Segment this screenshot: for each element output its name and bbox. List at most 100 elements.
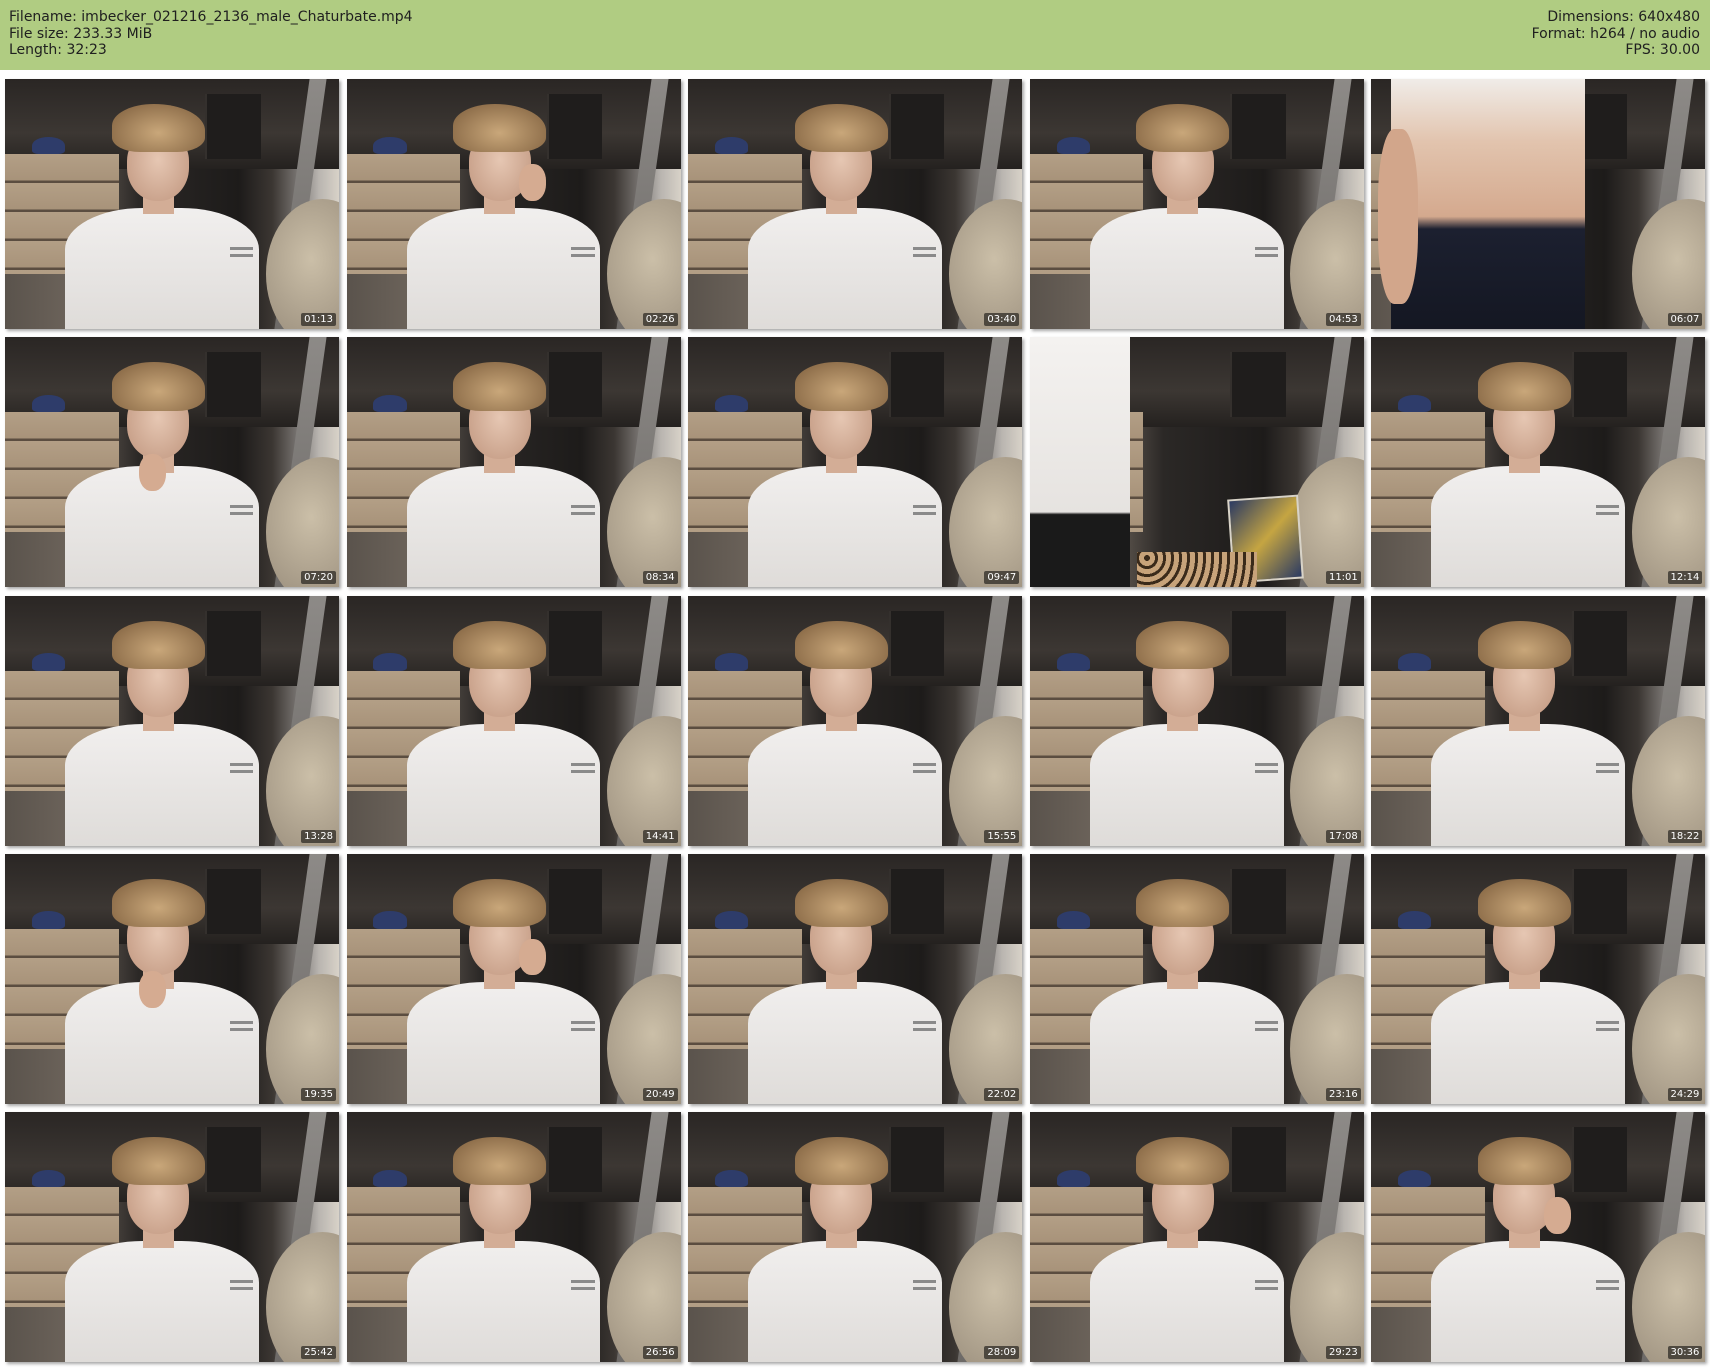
shirt xyxy=(65,1240,259,1363)
person xyxy=(65,1137,259,1363)
hair xyxy=(794,1137,888,1186)
hair xyxy=(794,104,888,153)
person xyxy=(65,878,259,1104)
format-text: Format: h264 / no audio xyxy=(1531,25,1700,42)
cap xyxy=(714,1169,749,1188)
frame-timestamp: 01:13 xyxy=(301,313,336,326)
cap xyxy=(31,911,66,929)
frame-timestamp: 29:23 xyxy=(1325,1346,1361,1360)
hair xyxy=(453,104,547,153)
sleeve-stripe xyxy=(1596,1021,1620,1025)
shirt xyxy=(406,1240,601,1363)
sleeve-stripe xyxy=(229,1021,254,1025)
video-frame-thumbnail: 09:47 xyxy=(688,337,1023,588)
person xyxy=(65,104,259,329)
hair xyxy=(1136,620,1230,669)
sleeve-stripe xyxy=(1254,763,1278,767)
filename-text: Filename: imbecker_021216_2136_male_Chat… xyxy=(9,9,413,25)
frame-timestamp: 22:02 xyxy=(984,1087,1020,1101)
arm xyxy=(1378,129,1419,304)
file-info-right: Dimensions: 640x480 Format: h264 / no au… xyxy=(1532,9,1700,59)
video-frame-thumbnail: 23:16 xyxy=(1029,853,1364,1104)
shirt xyxy=(748,1240,943,1363)
hair xyxy=(794,620,888,669)
video-frame-thumbnail: 20:49 xyxy=(346,853,681,1104)
shirt xyxy=(65,724,259,846)
cap xyxy=(31,394,66,413)
hand xyxy=(138,454,166,492)
hair xyxy=(453,362,547,411)
frame-timestamp: 09:47 xyxy=(984,571,1020,585)
cap xyxy=(714,394,749,413)
sleeve-stripe xyxy=(571,1021,595,1025)
sleeve-stripe xyxy=(571,504,595,508)
person xyxy=(1089,620,1284,846)
hair xyxy=(1136,104,1230,153)
hair xyxy=(1477,878,1571,928)
video-frame-thumbnail: 06:07 xyxy=(1371,79,1706,329)
video-frame-thumbnail: 28:09 xyxy=(688,1112,1023,1363)
frame-timestamp: 23:16 xyxy=(1325,1087,1361,1101)
dimensions-text: Dimensions: 640x480 xyxy=(1547,9,1700,25)
hand xyxy=(519,938,547,976)
hand xyxy=(1543,1196,1571,1234)
file-info-header: Filename: imbecker_021216_2136_male_Chat… xyxy=(0,0,1710,70)
sleeve-stripe xyxy=(912,246,937,250)
video-frame-thumbnail: 02:26 xyxy=(346,79,681,329)
shirt xyxy=(1089,982,1284,1104)
frame-timestamp: 18:22 xyxy=(1667,829,1703,843)
leopard-blanket xyxy=(1136,552,1257,588)
frame-timestamp: 19:35 xyxy=(301,1087,336,1101)
cap xyxy=(31,136,66,154)
video-frame-thumbnail: 07:20 xyxy=(5,337,339,588)
hair xyxy=(1477,620,1571,669)
video-frame-thumbnail: 17:08 xyxy=(1029,595,1364,846)
frame-timestamp: 17:08 xyxy=(1325,829,1361,843)
frame-timestamp: 06:07 xyxy=(1667,313,1703,326)
shirt xyxy=(1431,724,1626,846)
video-frame-thumbnail: 12:14 xyxy=(1371,337,1706,588)
person xyxy=(406,104,601,329)
cap xyxy=(1398,1169,1432,1188)
person xyxy=(406,878,601,1104)
hair xyxy=(1136,1137,1230,1186)
cap xyxy=(31,1169,66,1188)
frame-timestamp: 12:14 xyxy=(1667,571,1703,585)
video-frame-thumbnail: 18:22 xyxy=(1371,595,1706,846)
shirt xyxy=(1089,1240,1284,1363)
video-frame-thumbnail: 08:34 xyxy=(346,337,681,588)
shirt xyxy=(406,982,601,1104)
hair xyxy=(111,620,205,669)
frame-timestamp: 07:20 xyxy=(301,571,336,585)
shirt xyxy=(65,207,259,329)
sleeve-stripe xyxy=(571,1279,595,1283)
sleeve-stripe xyxy=(229,1279,254,1283)
cap xyxy=(373,653,407,671)
length-text: Length: 32:23 xyxy=(9,42,107,58)
cap xyxy=(714,911,749,929)
shirt xyxy=(406,207,601,329)
hair xyxy=(794,878,888,928)
hand xyxy=(519,163,547,201)
hand xyxy=(138,970,166,1008)
person xyxy=(748,1137,943,1363)
hair xyxy=(1136,878,1230,928)
person xyxy=(1431,620,1626,846)
person xyxy=(748,620,943,846)
video-frame-thumbnail: 22:02 xyxy=(688,853,1023,1104)
shirt xyxy=(748,465,943,588)
thumbnail-grid: 01:13 02:26 03:40 04:53 06:07 07:20 08:3… xyxy=(5,79,1706,1366)
video-frame-thumbnail: 13:28 xyxy=(5,595,339,846)
shirt xyxy=(1089,724,1284,846)
sleeve-stripe xyxy=(1596,763,1620,767)
person xyxy=(406,362,601,588)
hair xyxy=(794,362,888,411)
standing-figure xyxy=(1029,337,1130,588)
shirt xyxy=(1089,207,1284,329)
cap xyxy=(714,136,749,154)
frame-timestamp: 26:56 xyxy=(642,1346,678,1360)
cap xyxy=(1398,394,1432,413)
frame-timestamp: 13:28 xyxy=(301,829,336,843)
frame-timestamp: 11:01 xyxy=(1325,571,1361,585)
shirt xyxy=(1431,465,1626,588)
